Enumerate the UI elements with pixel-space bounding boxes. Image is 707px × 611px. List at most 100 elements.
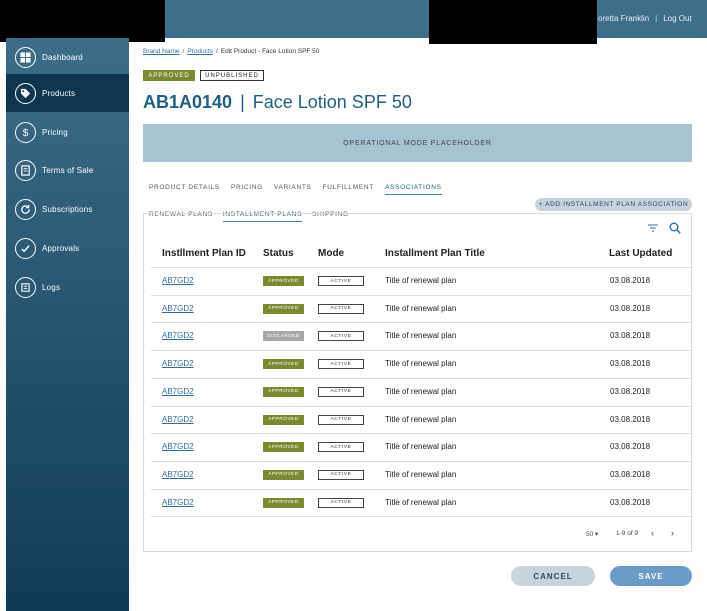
sidebar-item-products[interactable]: Products — [6, 74, 129, 112]
save-button[interactable]: SAVE — [610, 566, 692, 586]
approved-badge: APPROVED — [143, 70, 195, 81]
row-divider — [151, 516, 692, 518]
plan-id-link[interactable]: AB7GD2 — [162, 387, 194, 396]
breadcrumb-brand-link[interactable]: Brand Name — [143, 48, 180, 55]
mode-badge: ACTIVE — [318, 359, 364, 370]
per-page-value: 50 — [586, 531, 594, 538]
redacted-header-area — [429, 0, 597, 44]
plan-id-link[interactable]: AB7GD2 — [162, 442, 194, 451]
column-header-title[interactable]: Installment Plan Title — [385, 248, 485, 259]
breadcrumb-products-link[interactable]: Products — [187, 48, 213, 55]
tab-fulfillment[interactable]: FULFILLMENT — [323, 184, 374, 194]
plan-id-link[interactable]: AB7GD2 — [162, 498, 194, 507]
last-updated: 03.08.2018 — [610, 414, 651, 424]
sidebar-item-label: Dashboard — [42, 52, 83, 62]
column-header-plan-id[interactable]: Instllment Plan ID — [162, 248, 246, 259]
user-name[interactable]: oretta Franklin — [598, 14, 649, 23]
plan-title: Title of renewal plan — [385, 414, 457, 424]
sidebar-item-label: Subscriptions — [42, 204, 93, 214]
mode-badge: ACTIVE — [318, 469, 364, 480]
column-header-last-updated[interactable]: Last Updated — [609, 248, 672, 259]
title-separator: | — [240, 92, 245, 112]
chevron-down-icon: ▾ — [595, 531, 599, 538]
plan-id-link[interactable]: AB7GD2 — [162, 304, 194, 313]
status-badge: APPROVED — [263, 497, 304, 508]
sidebar-item-logs[interactable]: Logs — [6, 268, 129, 306]
tab-pricing[interactable]: PRICING — [231, 184, 263, 194]
list-icon — [15, 276, 36, 298]
add-installment-plan-button[interactable]: + ADD INSTALLMENT PLAN ASSOCIATION — [535, 198, 692, 211]
sidebar-item-label: Approvals — [42, 243, 80, 253]
plan-title: Title of renewal plan — [385, 469, 457, 479]
row-divider — [151, 322, 692, 324]
plan-title: Title of renewal plan — [385, 497, 457, 507]
page-title: AB1A0140 | Face Lotion SPF 50 — [143, 92, 412, 113]
plan-id-link[interactable]: AB7GD2 — [162, 415, 194, 424]
sidebar-item-label: Logs — [42, 282, 61, 292]
plan-title: Title of renewal plan — [385, 276, 457, 285]
plan-id-link[interactable]: AB7GD2 — [162, 359, 194, 368]
column-header-status[interactable]: Status — [263, 248, 294, 259]
status-badge: DISCARDED — [263, 331, 304, 342]
breadcrumb-current: Edit Product - Face Lotion SPF 50 — [220, 48, 320, 55]
sidebar-item-dashboard[interactable]: Dashboard — [6, 38, 129, 76]
tab-associations[interactable]: ASSOCIATIONS — [384, 184, 442, 195]
per-page-select[interactable]: 50 ▾ — [586, 530, 598, 538]
breadcrumb: Brand Name / Products / Edit Product - Face … — [143, 48, 319, 55]
filter-icon[interactable] — [648, 224, 658, 232]
header-separator: | — [655, 14, 658, 23]
breadcrumb-separator: / — [215, 48, 218, 55]
dashboard-icon — [15, 46, 36, 68]
row-divider — [151, 460, 692, 462]
sidebar-item-pricing[interactable]: $ Pricing — [6, 113, 129, 151]
sidebar-item-approvals[interactable]: Approvals — [6, 229, 129, 267]
chevron-right-icon[interactable]: › — [671, 528, 674, 538]
logout-link[interactable]: Log Out — [663, 14, 691, 23]
row-divider — [151, 294, 692, 296]
search-icon[interactable] — [669, 222, 681, 234]
operational-mode-banner: OPERATIONAL MODE PLACEHOLDER — [143, 124, 692, 162]
row-divider — [151, 377, 692, 379]
plan-title: Title of renewal plan — [385, 303, 457, 313]
row-divider — [151, 350, 692, 352]
mode-badge: ACTIVE — [318, 497, 364, 508]
sidebar-item-label: Products — [42, 88, 76, 98]
plan-title: Title of renewal plan — [385, 442, 457, 452]
pagination-range: 1-9 of 9 — [616, 530, 639, 537]
status-badge: APPROVED — [263, 386, 304, 397]
row-divider — [151, 488, 692, 490]
check-icon — [15, 237, 36, 259]
tab-product-details[interactable]: PRODUCT DETAILS — [149, 184, 220, 194]
plan-title: Title of renewal plan — [385, 359, 457, 369]
refresh-icon — [15, 198, 36, 220]
unpublished-badge: UNPUBLISHED — [200, 70, 264, 81]
svg-text:$: $ — [23, 128, 29, 138]
last-updated: 03.08.2018 — [610, 497, 651, 507]
mode-badge: ACTIVE — [318, 414, 364, 425]
sidebar-item-terms-of-sale[interactable]: Terms of Sale — [6, 151, 129, 189]
mode-badge: ACTIVE — [318, 303, 364, 314]
plan-id-link[interactable]: AB7GD2 — [162, 331, 194, 340]
sidebar-item-label: Terms of Sale — [42, 165, 94, 175]
redacted-logo-area — [0, 0, 165, 42]
last-updated: 03.08.2018 — [610, 331, 651, 341]
plan-title: Title of renewal plan — [385, 386, 457, 396]
plan-id-link[interactable]: AB7GD2 — [162, 276, 194, 285]
chevron-left-icon[interactable]: ‹ — [651, 528, 654, 538]
cancel-button[interactable]: CANCEL — [511, 566, 595, 586]
status-badge: APPROVED — [263, 442, 304, 453]
tab-variants[interactable]: VARIANTS — [274, 184, 312, 194]
sidebar: Dashboard Products $ Pricing Terms of Sa… — [6, 38, 129, 611]
sidebar-item-subscriptions[interactable]: Subscriptions — [6, 190, 129, 228]
status-badge: APPROVED — [263, 414, 304, 425]
last-updated: 03.08.2018 — [610, 386, 651, 396]
user-menu: oretta Franklin | Log Out — [598, 14, 692, 23]
status-badge: APPROVED — [263, 359, 304, 370]
row-divider — [151, 267, 692, 268]
tag-icon — [15, 82, 36, 104]
plan-id-link[interactable]: AB7GD2 — [162, 470, 194, 479]
product-name: Face Lotion SPF 50 — [252, 92, 412, 112]
column-header-mode[interactable]: Mode — [318, 248, 344, 259]
last-updated: 03.08.2018 — [610, 359, 651, 369]
app-root: oretta Franklin | Log Out Dashboard Produc… — [0, 0, 707, 611]
